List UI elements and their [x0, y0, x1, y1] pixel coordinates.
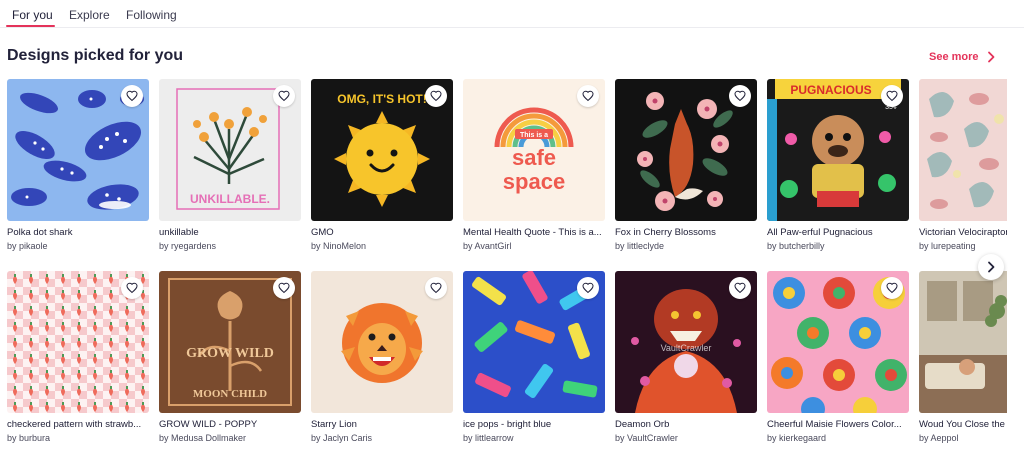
vault-watermark-text: VaultCrawler: [661, 343, 712, 353]
favorite-button[interactable]: [121, 85, 143, 107]
design-title[interactable]: Mental Health Quote - This is a...: [463, 227, 605, 238]
design-card[interactable]: Fox in Cherry Blossoms by littleclyde: [615, 79, 757, 254]
heart-icon: [582, 90, 594, 102]
design-card[interactable]: Starry Lion by Jaclyn Caris: [311, 271, 453, 446]
design-title[interactable]: unkillable: [159, 227, 301, 238]
design-title[interactable]: ice pops - bright blue: [463, 419, 605, 430]
design-card[interactable]: PUGNACIOUS 35¢ All Paw-erful Pugnacious …: [767, 79, 909, 254]
artist-name[interactable]: by littleclyde: [615, 241, 757, 251]
heart-icon: [886, 90, 898, 102]
design-title[interactable]: checkered pattern with strawb...: [7, 419, 149, 430]
design-card[interactable]: GROW WILD MOON CHILD GROW WILD - POPPY b…: [159, 271, 301, 446]
carousel-next-button[interactable]: [978, 254, 1004, 280]
artist-name[interactable]: by burbura: [7, 433, 149, 443]
design-card[interactable]: Cheerful Maisie Flowers Color... by kier…: [767, 271, 909, 446]
artist-name[interactable]: by pikaole: [7, 241, 149, 251]
artist-name[interactable]: by VaultCrawler: [615, 433, 757, 443]
design-title[interactable]: All Paw-erful Pugnacious: [767, 227, 909, 238]
room-artwork: [919, 271, 1007, 413]
artist-name[interactable]: by NinoMelon: [311, 241, 453, 251]
artist-name[interactable]: by Medusa Dollmaker: [159, 433, 301, 443]
heart-icon: [126, 282, 138, 294]
heart-icon: [734, 282, 746, 294]
heart-icon: [126, 90, 138, 102]
design-title[interactable]: Deamon Orb: [615, 419, 757, 430]
design-card[interactable]: Victorian Velociraptors by lurepeating: [919, 79, 1007, 254]
design-card[interactable]: VaultCrawler Deamon Orb by VaultCrawler: [615, 271, 757, 446]
artist-name[interactable]: by kierkegaard: [767, 433, 909, 443]
artist-name[interactable]: by ryegardens: [159, 241, 301, 251]
favorite-button[interactable]: [729, 277, 751, 299]
design-image[interactable]: [919, 271, 1007, 413]
tab-explore[interactable]: Explore: [69, 8, 110, 22]
tab-following[interactable]: Following: [126, 8, 177, 22]
section-title: Designs picked for you: [7, 47, 184, 64]
design-title[interactable]: GMO: [311, 227, 453, 238]
design-title[interactable]: Polka dot shark: [7, 227, 149, 238]
chevron-right-icon: [988, 261, 995, 273]
artist-name[interactable]: by Jaclyn Caris: [311, 433, 453, 443]
design-card[interactable]: OMG, IT'S HOT! GMO by NinoMelon: [311, 79, 453, 254]
heart-icon: [430, 90, 442, 102]
see-more-label: See more: [929, 51, 979, 63]
design-title[interactable]: Woud You Close the Door: [919, 419, 1007, 430]
design-image[interactable]: [919, 79, 1007, 221]
grow-wild-art-text: GROW WILD: [186, 346, 274, 361]
artist-name[interactable]: by Aeppol: [919, 433, 1007, 443]
moon-child-art-text: MOON CHILD: [193, 388, 267, 400]
safe-art-text-2: safe: [512, 145, 556, 170]
unkillable-art-text: UNKILLABLE.: [190, 192, 270, 206]
design-title[interactable]: GROW WILD - POPPY: [159, 419, 301, 430]
see-more-link[interactable]: See more: [929, 51, 996, 63]
design-card[interactable]: Polka dot shark by pikaole: [7, 79, 149, 254]
design-title[interactable]: Cheerful Maisie Flowers Color...: [767, 419, 909, 430]
heart-icon: [582, 282, 594, 294]
design-title[interactable]: Starry Lion: [311, 419, 453, 430]
chevron-right-icon: [987, 51, 994, 63]
design-title[interactable]: Fox in Cherry Blossoms: [615, 227, 757, 238]
heart-icon: [278, 90, 290, 102]
design-card[interactable]: UNKILLABLE. unkillable by ryegardens: [159, 79, 301, 254]
velociraptor-pattern-artwork: [919, 79, 1007, 221]
safe-art-text-1: This is a: [520, 132, 548, 139]
heart-icon: [734, 90, 746, 102]
artist-name[interactable]: by AvantGirl: [463, 241, 605, 251]
design-title[interactable]: Victorian Velociraptors: [919, 227, 1007, 238]
heart-icon: [278, 282, 290, 294]
design-card[interactable]: checkered pattern with strawb... by burb…: [7, 271, 149, 446]
favorite-button[interactable]: [881, 277, 903, 299]
favorite-button[interactable]: [577, 277, 599, 299]
heart-icon: [430, 282, 442, 294]
pug-badge-text: PUGNACIOUS: [790, 83, 871, 97]
favorite-button[interactable]: [425, 277, 447, 299]
artist-name[interactable]: by lurepeating: [919, 241, 1007, 251]
favorite-button[interactable]: [729, 85, 751, 107]
tab-divider: [0, 27, 1024, 28]
design-card[interactable]: ice pops - bright blue by littlearrow: [463, 271, 605, 446]
favorite-button[interactable]: [121, 277, 143, 299]
favorite-button[interactable]: [881, 85, 903, 107]
heart-icon: [886, 282, 898, 294]
tab-for-you[interactable]: For you: [12, 8, 53, 22]
design-card[interactable]: This is a safe space Mental Health Quote…: [463, 79, 605, 254]
safe-art-text-3: space: [503, 169, 565, 194]
artist-name[interactable]: by littlearrow: [463, 433, 605, 443]
favorite-button[interactable]: [273, 277, 295, 299]
favorite-button[interactable]: [425, 85, 447, 107]
gmo-art-text: OMG, IT'S HOT!: [337, 92, 427, 106]
design-card[interactable]: Woud You Close the Door by Aeppol: [919, 271, 1007, 446]
favorite-button[interactable]: [577, 85, 599, 107]
tab-bar: For you Explore Following: [0, 0, 1024, 30]
artist-name[interactable]: by butcherbilly: [767, 241, 909, 251]
favorite-button[interactable]: [273, 85, 295, 107]
